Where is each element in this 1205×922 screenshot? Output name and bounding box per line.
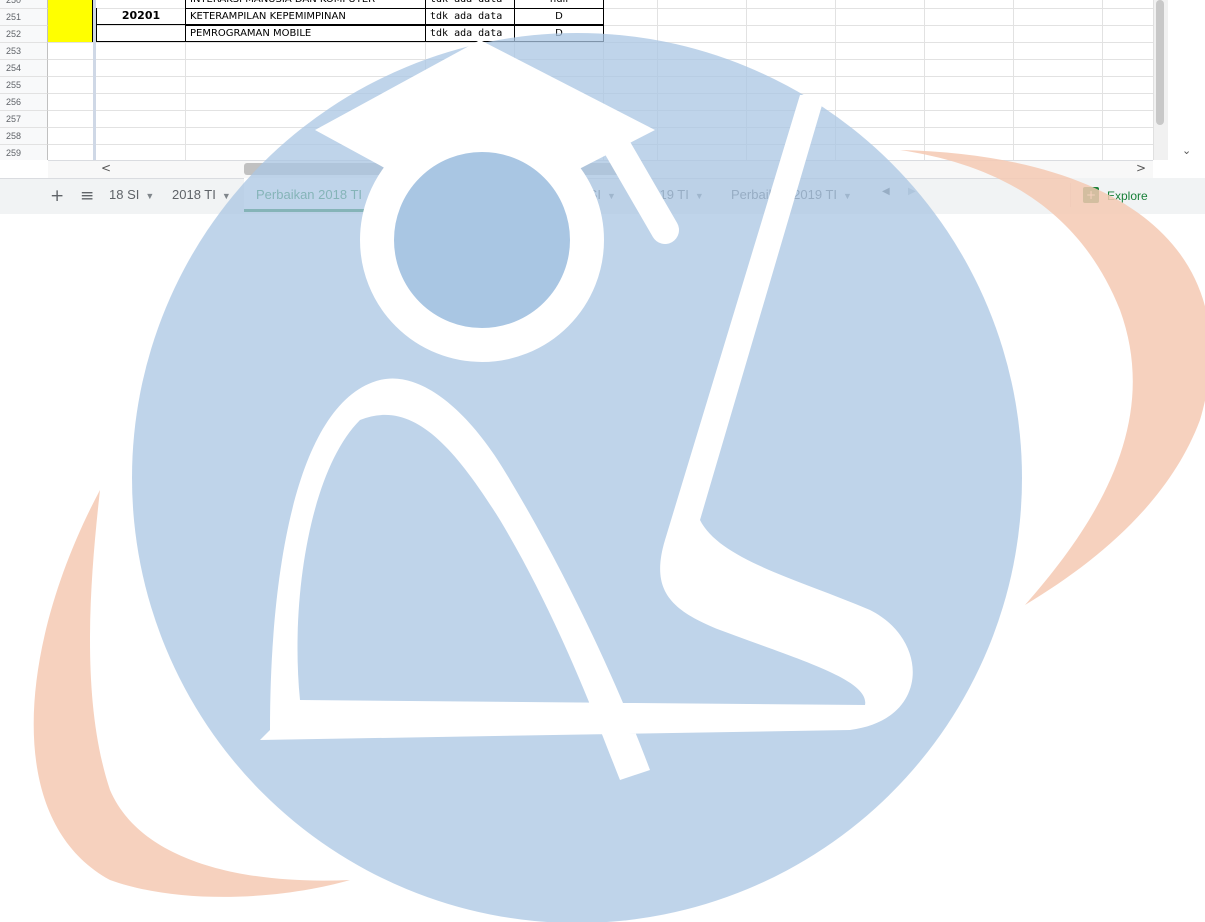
gridline <box>48 110 1153 111</box>
row-number-value: 90 <box>62 0 75 2</box>
dropdown-icon: ▼ <box>694 191 704 201</box>
tab-label: Perbaikan 2019 TI <box>731 187 837 202</box>
gridline <box>48 93 1153 94</box>
tab-label: 2019 TI <box>645 187 689 202</box>
tab-perbaikan-2019-si[interactable]: Perbaikan 2019 SI ▼ <box>482 178 628 212</box>
dropdown-icon: ▼ <box>843 191 852 201</box>
row-header[interactable]: 257 <box>0 111 48 128</box>
gridline <box>1102 0 1103 160</box>
grade-cell[interactable]: D <box>514 25 604 42</box>
row-header[interactable]: 253 <box>0 43 48 60</box>
dropdown-icon: ▼ <box>221 191 231 201</box>
course-cell[interactable]: KETERAMPILAN KEPEMIMPINAN <box>185 8 426 25</box>
tab-perbaikan-2019-ti[interactable]: Perbaikan 2019 TI ▼ <box>719 178 864 212</box>
tab-label: 18 SI <box>109 187 140 202</box>
gridline <box>835 0 836 160</box>
scroll-left-icon[interactable]: < <box>101 161 111 175</box>
gridline <box>48 59 1153 60</box>
status-cell[interactable]: tdk ada data <box>425 8 515 25</box>
gridline <box>924 0 925 160</box>
tab-label: Perbaikan 2018 TI <box>256 187 362 202</box>
explore-icon[interactable]: + <box>1083 187 1099 203</box>
tab-label: 2018 TI <box>172 187 216 202</box>
horizontal-scroll-thumb[interactable] <box>244 163 628 175</box>
status-cell[interactable]: tdk ada data <box>425 25 515 42</box>
all-sheets-list-icon[interactable]: ≡ <box>80 186 94 206</box>
scroll-right-icon[interactable]: > <box>1136 161 1146 175</box>
row-header[interactable]: 251 <box>0 9 48 26</box>
scroll-tabs-right-icon[interactable]: ▶ <box>908 186 916 197</box>
dropdown-icon: ▼ <box>606 191 616 201</box>
course-cell[interactable]: PEMROGRAMAN MOBILE <box>185 25 426 42</box>
row-header[interactable]: 252 <box>0 26 48 43</box>
scroll-tabs-left-icon[interactable]: ◀ <box>882 186 890 197</box>
grade-cell[interactable]: D <box>514 8 604 25</box>
row-header[interactable]: 255 <box>0 77 48 94</box>
gridline <box>48 42 1153 43</box>
gridline <box>48 127 1153 128</box>
tab-18-si[interactable]: 18 SI ▼ <box>97 178 166 212</box>
row-header[interactable]: 254 <box>0 60 48 77</box>
tab-2018-ti[interactable]: 2018 TI ▼ <box>160 178 243 212</box>
highlighted-number-cell[interactable]: 90 <box>48 0 93 42</box>
tab-2019-si[interactable]: 2019 SI ▼ <box>396 178 480 212</box>
gridline <box>48 144 1153 145</box>
gridline <box>48 76 1153 77</box>
explore-label[interactable]: Explore <box>1107 189 1148 203</box>
dropdown-icon: ▼ <box>145 191 155 201</box>
dropdown-icon: ▼ <box>368 191 377 201</box>
vertical-scroll-thumb[interactable] <box>1156 0 1164 125</box>
row-header[interactable]: 256 <box>0 94 48 111</box>
row-header[interactable]: 258 <box>0 128 48 145</box>
divider <box>1070 183 1071 207</box>
gridline <box>657 0 658 160</box>
row-header[interactable]: 259 <box>0 145 48 160</box>
tab-label: Perbaikan 2019 SI <box>494 187 601 202</box>
gridline <box>1013 0 1014 160</box>
tab-label: 2019 SI <box>408 187 453 202</box>
row-header[interactable]: 250 <box>0 0 48 9</box>
tab-2019-ti[interactable]: 2019 TI ▼ <box>633 178 716 212</box>
code-cell[interactable]: 20201 <box>96 8 186 25</box>
spreadsheet-grid[interactable]: 250 251 252 253 254 255 256 257 258 259 … <box>0 0 1205 160</box>
code-cell[interactable] <box>96 25 186 42</box>
gridline <box>746 0 747 160</box>
tab-perbaikan-2018-ti[interactable]: Perbaikan 2018 TI ▼ <box>244 178 389 212</box>
dropdown-icon: ▼ <box>458 191 468 201</box>
add-sheet-icon[interactable]: + <box>50 186 64 206</box>
scroll-down-icon[interactable]: ⌄ <box>1182 144 1191 157</box>
